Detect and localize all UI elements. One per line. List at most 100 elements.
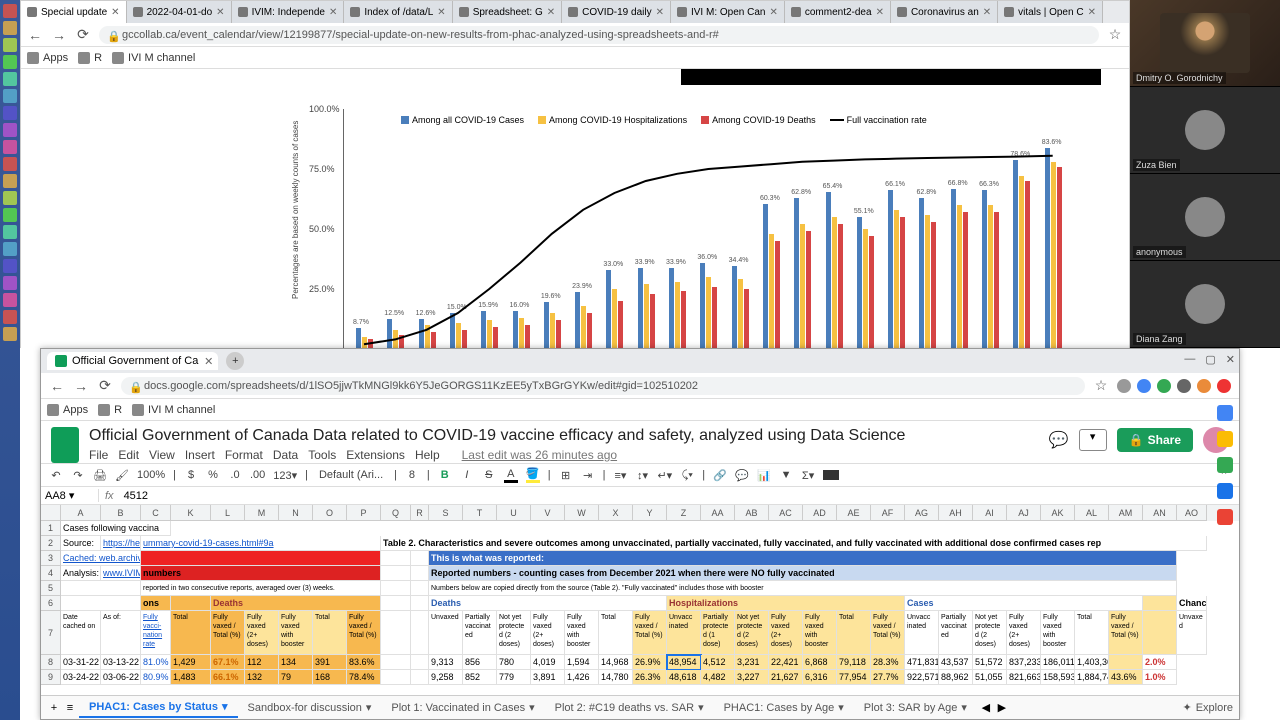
link-icon[interactable]: 🔗 bbox=[713, 469, 727, 482]
zoom-select[interactable]: 100% bbox=[137, 469, 165, 481]
col-header[interactable]: L bbox=[211, 505, 245, 521]
cell[interactable] bbox=[381, 670, 411, 685]
keep-side-icon[interactable] bbox=[1217, 431, 1233, 447]
cell[interactable]: Fully vaxed / Total (%) bbox=[633, 611, 667, 655]
cell[interactable]: 922,571 bbox=[905, 670, 939, 685]
close-tab-icon[interactable]: ✕ bbox=[547, 7, 555, 18]
col-header[interactable]: AL bbox=[1075, 505, 1109, 521]
cell-title[interactable]: Cases following vaccina bbox=[61, 521, 171, 536]
undo-icon[interactable]: ↶ bbox=[49, 469, 63, 482]
cell[interactable]: 79,118 bbox=[837, 655, 871, 670]
cell[interactable]: 4,482 bbox=[701, 670, 735, 685]
taskbar-app-icon[interactable] bbox=[3, 276, 17, 290]
taskbar-app-icon[interactable] bbox=[3, 21, 17, 35]
currency-icon[interactable]: $ bbox=[184, 469, 198, 481]
cell[interactable]: Partially vaccinat ed bbox=[939, 611, 973, 655]
cell[interactable] bbox=[411, 596, 429, 611]
cell[interactable]: 821,663 bbox=[1007, 670, 1041, 685]
col-header[interactable]: A bbox=[61, 505, 101, 521]
ext-icon[interactable] bbox=[1137, 379, 1151, 393]
new-tab-button[interactable]: + bbox=[226, 352, 244, 370]
cell[interactable] bbox=[1109, 655, 1143, 670]
cell[interactable]: Fully vaxed / Total (%) bbox=[211, 611, 245, 655]
bookmark-item[interactable]: IVI M channel bbox=[132, 404, 215, 416]
row-header[interactable]: 9 bbox=[41, 670, 61, 685]
cell[interactable] bbox=[61, 596, 141, 611]
font-size-select[interactable]: 8 bbox=[405, 469, 419, 481]
sheet-tab-menu-icon[interactable]: ▾ bbox=[838, 701, 844, 714]
cell[interactable]: This is what was reported: bbox=[429, 551, 1177, 566]
cell[interactable] bbox=[61, 581, 141, 596]
taskbar-app-icon[interactable] bbox=[3, 327, 17, 341]
cell[interactable]: Fully vaxed (2+ doses) bbox=[531, 611, 565, 655]
sheet-tab-menu-icon[interactable]: ▾ bbox=[961, 701, 967, 714]
sheet-tab[interactable]: PHAC1: Cases by Status ▾ bbox=[79, 697, 238, 718]
menu-extensions[interactable]: Extensions bbox=[346, 448, 405, 462]
sheet-tab-menu-icon[interactable]: ▾ bbox=[698, 701, 704, 714]
sheet-tab-menu-icon[interactable]: ▾ bbox=[222, 700, 228, 713]
close-tab-icon[interactable]: ✕ bbox=[656, 7, 664, 18]
browser-tab[interactable]: COVID-19 daily✕ bbox=[562, 1, 671, 23]
col-header[interactable]: AM bbox=[1109, 505, 1143, 521]
col-header[interactable]: AB bbox=[735, 505, 769, 521]
cell[interactable]: Deaths bbox=[211, 596, 381, 611]
cell[interactable]: Fully vaxed with booster bbox=[279, 611, 313, 655]
taskbar-app-icon[interactable] bbox=[3, 208, 17, 222]
close-tab-icon[interactable]: ✕ bbox=[204, 355, 213, 368]
row-header[interactable]: 1 bbox=[41, 521, 61, 536]
cell[interactable]: Partially protecte d (1 dose) bbox=[701, 611, 735, 655]
row-header[interactable]: 6 bbox=[41, 596, 61, 611]
browser-tab-sheets[interactable]: Official Government of Ca ✕ bbox=[47, 352, 218, 370]
col-header[interactable]: AO bbox=[1177, 505, 1207, 521]
taskbar-app-icon[interactable] bbox=[3, 38, 17, 52]
menu-format[interactable]: Format bbox=[225, 448, 263, 462]
cell[interactable] bbox=[411, 611, 429, 655]
scroll-sheets-right[interactable]: ▶ bbox=[995, 701, 1009, 714]
cell[interactable]: 28.3% bbox=[871, 655, 905, 670]
col-header[interactable]: AD bbox=[803, 505, 837, 521]
cell[interactable]: 81.0% bbox=[141, 655, 171, 670]
col-header[interactable]: AF bbox=[871, 505, 905, 521]
document-title[interactable]: Official Government of Canada Data relat… bbox=[89, 427, 905, 445]
col-header[interactable]: V bbox=[531, 505, 565, 521]
strike-button[interactable]: S bbox=[482, 469, 496, 481]
ext-icon[interactable] bbox=[1117, 379, 1131, 393]
redo-icon[interactable]: ↷ bbox=[71, 469, 85, 482]
taskbar-app-icon[interactable] bbox=[3, 123, 17, 137]
col-header[interactable]: AC bbox=[769, 505, 803, 521]
cell[interactable]: Unvacc inated bbox=[905, 611, 939, 655]
cell[interactable]: 112 bbox=[245, 655, 279, 670]
cell[interactable] bbox=[381, 655, 411, 670]
taskbar-app-icon[interactable] bbox=[3, 242, 17, 256]
sheet-tab[interactable]: Plot 1: Vaccinated in Cases ▾ bbox=[381, 697, 544, 718]
cell[interactable]: 471,831 bbox=[905, 655, 939, 670]
bold-button[interactable]: B bbox=[438, 469, 452, 481]
menu-insert[interactable]: Insert bbox=[185, 448, 215, 462]
reload-icon-2[interactable]: ⟳ bbox=[97, 378, 113, 394]
close-tab-icon[interactable]: ✕ bbox=[216, 7, 224, 18]
cell[interactable]: 4,512 bbox=[701, 655, 735, 670]
close-button[interactable]: ✕ bbox=[1226, 353, 1235, 366]
cell[interactable]: Fully vacci-nation rate bbox=[141, 611, 171, 655]
cell[interactable] bbox=[411, 655, 429, 670]
cell[interactable] bbox=[141, 551, 381, 566]
taskbar-app-icon[interactable] bbox=[3, 55, 17, 69]
fill-color-icon[interactable]: 🪣 bbox=[526, 467, 540, 483]
cell[interactable]: 9,313 bbox=[429, 655, 463, 670]
ext-icon[interactable] bbox=[1197, 379, 1211, 393]
cell[interactable]: Fully vaxed (2+ doses) bbox=[1007, 611, 1041, 655]
cell[interactable]: Cached: web.archive.org bbox=[61, 551, 141, 566]
cell[interactable]: 80.9% bbox=[141, 670, 171, 685]
add-sheet-button[interactable]: + bbox=[47, 702, 61, 714]
browser-tab[interactable]: Special update✕ bbox=[21, 1, 127, 23]
cell[interactable]: 780 bbox=[497, 655, 531, 670]
video-participant[interactable]: Diana Zang bbox=[1130, 261, 1280, 348]
menu-help[interactable]: Help bbox=[415, 448, 440, 462]
maximize-button[interactable]: ▢ bbox=[1205, 353, 1215, 366]
taskbar-app-icon[interactable] bbox=[3, 106, 17, 120]
name-box[interactable]: AA8 ▾ bbox=[41, 489, 99, 502]
cell[interactable]: 48,954 bbox=[667, 655, 701, 670]
cell[interactable]: ummary-covid-19-cases.html#9a bbox=[141, 536, 381, 551]
cell[interactable]: 26.3% bbox=[633, 670, 667, 685]
browser-tab[interactable]: IVI M: Open Can✕ bbox=[671, 1, 785, 23]
